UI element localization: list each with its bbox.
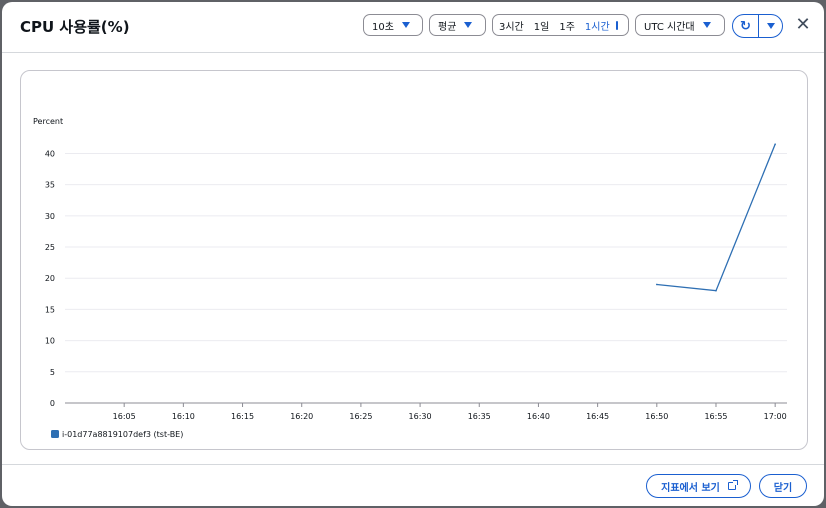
view-in-metrics-button[interactable]: 지표에서 보기	[646, 474, 751, 498]
x-tick-label: 16:50	[645, 412, 668, 421]
timezone-value: UTC 시간대	[644, 21, 695, 33]
y-axis-label: Percent	[33, 117, 63, 126]
period-value: 10초	[372, 21, 394, 33]
x-tick-label: 16:35	[468, 412, 491, 421]
caret-down-icon	[702, 22, 711, 28]
y-tick-label: 5	[50, 368, 55, 377]
data-point	[774, 143, 776, 145]
external-link-icon	[727, 480, 738, 490]
period-select[interactable]: 10초	[363, 14, 423, 36]
y-tick-label: 10	[45, 337, 55, 346]
statistic-select[interactable]: 평균	[429, 14, 486, 36]
refresh-options-button[interactable]	[759, 15, 782, 37]
refresh-button-group: ↻	[732, 14, 783, 38]
range-option-1d[interactable]: 1일	[534, 18, 550, 33]
view-in-metrics-label: 지표에서 보기	[661, 482, 720, 494]
x-tick-label: 16:25	[349, 412, 372, 421]
y-tick-label: 30	[45, 212, 55, 221]
data-point	[715, 289, 717, 292]
x-tick-label: 16:40	[527, 412, 550, 421]
modal-header: CPU 사용률(%) 10초 평균 3시간 1일 1주 1시간 UTC 시간대 …	[2, 2, 824, 50]
x-tick-label: 16:45	[586, 412, 609, 421]
caret-down-icon	[464, 22, 473, 28]
range-option-1h-active[interactable]: 1시간	[585, 18, 610, 33]
close-button-label: 닫기	[773, 482, 793, 494]
close-button[interactable]: 닫기	[759, 474, 807, 498]
data-point	[656, 283, 658, 286]
y-tick-label: 20	[45, 274, 55, 283]
x-tick-label: 16:20	[290, 412, 313, 421]
y-tick-label: 40	[45, 149, 55, 158]
x-tick-label: 16:55	[704, 412, 727, 421]
time-range-selector: 3시간 1일 1주 1시간	[492, 14, 629, 36]
statistic-value: 평균	[438, 21, 457, 33]
close-icon[interactable]: ✕	[794, 14, 812, 36]
modal-title: CPU 사용률(%)	[20, 18, 130, 36]
x-tick-label: 16:15	[231, 412, 254, 421]
series-line	[656, 143, 776, 292]
caret-down-icon	[766, 23, 775, 29]
range-option-3h[interactable]: 3시간	[499, 18, 524, 33]
refresh-icon: ↻	[740, 18, 751, 34]
range-option-1w[interactable]: 1주	[559, 18, 575, 33]
metric-modal: CPU 사용률(%) 10초 평균 3시간 1일 1주 1시간 UTC 시간대 …	[2, 2, 824, 506]
footer-divider	[2, 464, 824, 465]
y-tick-label: 25	[45, 243, 55, 252]
timezone-select[interactable]: UTC 시간대	[635, 14, 725, 36]
refresh-button[interactable]: ↻	[733, 15, 759, 37]
x-tick-label: 17:00	[764, 412, 787, 421]
chart-container: Percent 0 5 10 15 20 25 30 35 40 16:05 16:10 16:15 16…	[20, 70, 808, 450]
legend-swatch	[51, 430, 59, 438]
y-tick-label: 35	[45, 181, 55, 190]
caret-down-icon	[401, 22, 410, 28]
x-tick-label: 16:30	[409, 412, 432, 421]
header-divider	[2, 52, 824, 53]
x-tick-label: 16:05	[113, 412, 136, 421]
calendar-icon[interactable]	[615, 20, 618, 30]
legend-label: i-01d77a8819107def3 (tst-BE)	[62, 430, 183, 439]
cpu-line-chart: Percent 0 5 10 15 20 25 30 35 40 16:05 16:10 16:15 16…	[33, 117, 787, 439]
y-tick-label: 0	[50, 399, 55, 408]
x-tick-label: 16:10	[172, 412, 195, 421]
y-tick-label: 15	[45, 305, 55, 314]
